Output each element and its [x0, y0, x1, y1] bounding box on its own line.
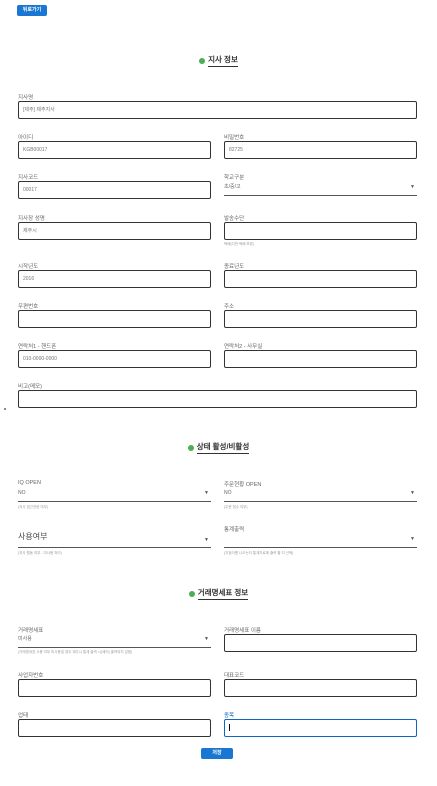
address-label: 주소: [224, 304, 235, 310]
section-title-invoice: 거래명세표 정보: [0, 587, 437, 600]
school-type-label: 학교구분: [224, 175, 245, 181]
back-button[interactable]: 뒤로가기: [17, 5, 47, 16]
invoice-name-input[interactable]: [224, 634, 417, 652]
memo-input[interactable]: [18, 390, 417, 408]
side-marker: [4, 408, 6, 410]
company-name-label: 업태: [18, 713, 29, 719]
branch-code-input[interactable]: 00017: [18, 181, 211, 199]
subscription-open-label: 주문현황 OPEN: [224, 482, 262, 488]
business-item-label: 종목: [224, 713, 235, 719]
section-bullet-icon: [199, 57, 206, 64]
start-year-label: 시작년도: [18, 264, 39, 270]
subscription-open-select[interactable]: NO ▼: [224, 488, 417, 502]
invoice-type-hint: (거래명세표 사용 여부 미사용일 경우 제주시 통계 출력 시(에러) 출력되…: [18, 650, 133, 654]
section-title-branch-info: 지사 정보: [0, 54, 437, 67]
text-cursor: [229, 724, 230, 732]
use-status-hint: (지사 활동 여부 - 미사용 처리): [18, 551, 62, 555]
invoice-type-label: 거래명세표: [18, 628, 44, 634]
invoice-type-select[interactable]: 미사용 ▼: [18, 634, 211, 648]
user-id-input[interactable]: KGB00017: [18, 141, 211, 159]
branch-code-label: 지사코드: [18, 175, 39, 181]
company-name-input[interactable]: [18, 719, 211, 737]
delivery-method-label: 발송수단: [224, 216, 245, 222]
password-input[interactable]: 82725: [224, 141, 417, 159]
iq-open-hint: (지사 접근권한 여부): [18, 505, 49, 509]
password-label: 비밀번호: [224, 135, 245, 141]
ceo-name-input[interactable]: [224, 679, 417, 697]
phone1-input[interactable]: 010-0000-0000: [18, 350, 211, 368]
business-item-input[interactable]: [224, 719, 417, 737]
memo-label: 비고(메모): [18, 384, 42, 390]
phone1-label: 연락처1 - 핸드폰: [18, 344, 57, 350]
stats-output-label: 통계출력: [224, 527, 245, 533]
manager-name-input[interactable]: 제주시: [18, 222, 211, 240]
end-year-input[interactable]: [224, 270, 417, 288]
stats-output-hint: (지점이름 나오는지 통계자료에 출력 할 지 선택): [224, 551, 294, 555]
invoice-name-label: 거래명세표 이름: [224, 628, 261, 634]
delivery-method-input[interactable]: [224, 222, 417, 240]
stats-output-select[interactable]: ▼: [224, 534, 417, 548]
iq-open-select[interactable]: NO ▼: [18, 488, 211, 502]
phone2-label: 연락처2 - 사무실: [224, 344, 263, 350]
school-type-select[interactable]: 초/중/고 ▼: [224, 182, 417, 196]
iq-open-label: IQ OPEN: [18, 480, 41, 486]
phone2-input[interactable]: [224, 350, 417, 368]
postal-code-input[interactable]: [18, 310, 211, 328]
user-id-label: 아이디: [18, 135, 34, 141]
start-year-input[interactable]: 2016: [18, 270, 211, 288]
subscription-open-hint: (주문 접수 여부): [224, 505, 248, 509]
end-year-label: 종료년도: [224, 264, 245, 270]
use-status-select[interactable]: 사용여부 ▼: [18, 531, 211, 548]
business-number-label: 사업자번호: [18, 673, 44, 679]
chevron-down-icon: ▼: [204, 537, 209, 543]
address-input[interactable]: [224, 310, 417, 328]
manager-name-label: 지사장 성명: [18, 216, 45, 222]
chevron-down-icon: ▼: [410, 536, 415, 542]
chevron-down-icon: ▼: [204, 490, 209, 496]
chevron-down-icon: ▼: [410, 490, 415, 496]
delivery-method-hint: 택배(다만 택배 보류): [224, 242, 255, 246]
ceo-name-label: 대표코드: [224, 673, 245, 679]
section-bullet-icon: [187, 444, 194, 451]
branch-name-label: 지사명: [18, 95, 34, 101]
chevron-down-icon: ▼: [204, 636, 209, 642]
section-bullet-icon: [188, 590, 195, 597]
branch-name-input[interactable]: [제주] 제주지사: [18, 101, 417, 119]
business-number-input[interactable]: [18, 679, 211, 697]
save-button[interactable]: 저장: [201, 748, 233, 759]
chevron-down-icon: ▼: [410, 184, 415, 190]
postal-code-label: 우편번호: [18, 304, 39, 310]
section-title-status: 상태 활성/비활성: [0, 441, 437, 454]
